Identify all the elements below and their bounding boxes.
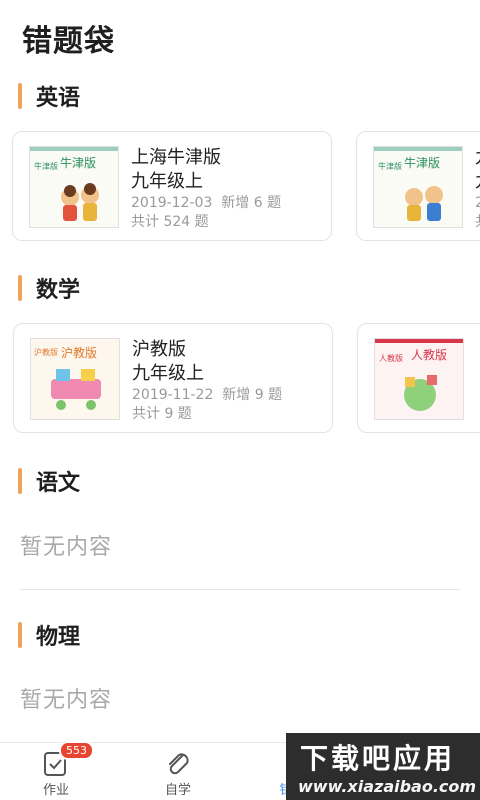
cover-side-text: 牛津版 bbox=[378, 161, 402, 171]
book-total: 共计 9 题 bbox=[132, 406, 192, 422]
section-label-chinese: 语文 bbox=[36, 471, 81, 496]
book-publisher: 九 bbox=[475, 146, 480, 170]
book-grade: 九年级上 bbox=[132, 363, 204, 384]
book-card-english-2[interactable]: 牛津版 牛津版 九 九 2 共 bbox=[356, 131, 480, 241]
watermark-main-text: 下载吧应用 bbox=[300, 742, 456, 775]
tab-homework[interactable]: 553 作业 bbox=[16, 741, 96, 798]
section-header-math: 数学 bbox=[18, 274, 81, 303]
book-update-line: 2019-12-03 新增 6 题 bbox=[131, 194, 281, 213]
book-cover-image: 牛津版 牛津版 bbox=[373, 146, 463, 228]
tab-label-self-study: 自学 bbox=[164, 783, 191, 798]
section-label-english: 英语 bbox=[36, 86, 81, 111]
watermark-url-text: www.xiazaibao.com bbox=[298, 777, 477, 796]
book-new-count: 新增 6 题 bbox=[221, 195, 282, 211]
book-new-count: 新增 9 题 bbox=[222, 387, 283, 403]
book-info: 上海牛津版 九年级上 2019-12-03 新增 6 题 共计 524 题 bbox=[131, 146, 281, 232]
english-card-row[interactable]: 牛津版 牛津版 上海牛津版 九年级上 2019-12-03 新增 6 题 共计 … bbox=[0, 131, 480, 247]
section-divider bbox=[20, 589, 460, 590]
section-header-physics: 物理 bbox=[18, 621, 81, 650]
section-label-math: 数学 bbox=[36, 278, 81, 303]
book-grade: 九年级上 bbox=[131, 171, 203, 192]
section-accent-bar bbox=[18, 468, 22, 494]
book-update-line: 2019-11-22 新增 9 题 bbox=[132, 386, 282, 405]
cover-side-text: 沪教版 bbox=[34, 347, 58, 357]
tab-label-homework: 作业 bbox=[42, 783, 69, 798]
cover-title: 人教版 bbox=[411, 347, 447, 362]
section-header-english: 英语 bbox=[18, 82, 81, 111]
book-cover-image: 沪教版 沪教版 bbox=[30, 338, 120, 420]
book-info: 沪教版 九年级上 2019-11-22 新增 9 题 共计 9 题 bbox=[132, 338, 282, 424]
book-info: 九 九 2 共 bbox=[475, 146, 480, 232]
page-title: 错题袋 bbox=[22, 24, 115, 59]
section-accent-bar bbox=[18, 83, 22, 109]
cover-title: 沪教版 bbox=[61, 345, 97, 360]
watermark-logo: 下载吧应用 www.xiazaibao.com bbox=[286, 733, 480, 800]
empty-state-physics: 暂无内容 bbox=[20, 688, 113, 713]
book-cover-image: 人教版 人教版 bbox=[374, 338, 464, 420]
paperclip-icon bbox=[163, 749, 193, 777]
book-grade: 九 bbox=[475, 170, 480, 194]
book-card-english-1[interactable]: 牛津版 牛津版 上海牛津版 九年级上 2019-12-03 新增 6 题 共计 … bbox=[12, 131, 332, 241]
empty-state-chinese: 暂无内容 bbox=[20, 535, 113, 560]
section-header-chinese: 语文 bbox=[18, 467, 81, 496]
section-accent-bar bbox=[18, 275, 22, 301]
book-card-math-1[interactable]: 沪教版 沪教版 沪教版 九年级上 2019-11-22 新增 9 题 共计 9 … bbox=[13, 323, 333, 433]
book-total: 共 bbox=[475, 213, 480, 232]
cover-side-text: 人教版 bbox=[379, 353, 403, 363]
cover-title: 牛津版 bbox=[404, 155, 440, 170]
book-date: 2019-12-03 bbox=[131, 195, 213, 211]
homework-icon: 553 bbox=[41, 741, 94, 777]
book-publisher: 上海牛津版 bbox=[131, 147, 221, 168]
book-date: 2019-11-22 bbox=[132, 387, 214, 403]
cover-title: 牛津版 bbox=[60, 155, 96, 170]
book-card-math-2[interactable]: 人教版 人教版 bbox=[357, 323, 480, 433]
book-date: 2 bbox=[475, 195, 480, 211]
book-total: 共计 524 题 bbox=[131, 214, 209, 230]
homework-badge: 553 bbox=[59, 741, 94, 760]
math-card-row[interactable]: 沪教版 沪教版 沪教版 九年级上 2019-11-22 新增 9 题 共计 9 … bbox=[0, 323, 480, 439]
tab-self-study[interactable]: 自学 bbox=[138, 749, 218, 798]
cover-side-text: 牛津版 bbox=[34, 161, 58, 171]
section-label-physics: 物理 bbox=[36, 625, 81, 650]
book-cover-image: 牛津版 牛津版 bbox=[29, 146, 119, 228]
section-accent-bar bbox=[18, 622, 22, 648]
book-publisher: 沪教版 bbox=[132, 339, 186, 360]
